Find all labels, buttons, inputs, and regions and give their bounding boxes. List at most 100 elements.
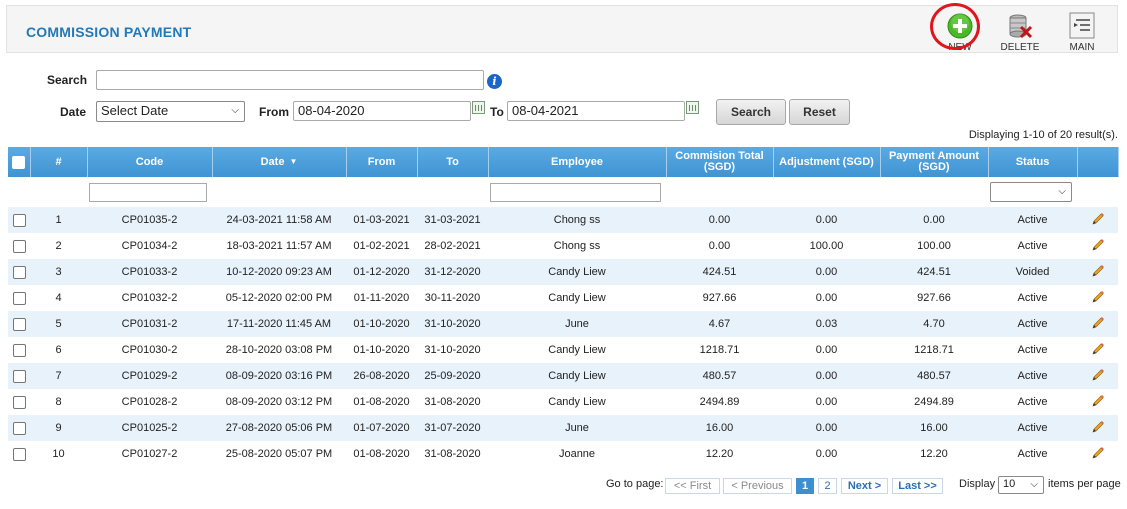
row-employee: Candy Liew — [488, 389, 666, 415]
row-commission-total: 927.66 — [666, 285, 773, 311]
table-row[interactable]: 5 CP01031-2 17-11-2020 11:45 AM 01-10-2020 3… — [8, 311, 1118, 337]
delete-button[interactable]: DELETE — [995, 12, 1045, 53]
table-row[interactable]: 3 CP01033-2 10-12-2020 09:23 AM 01-12-2020 3… — [8, 259, 1118, 285]
col-code[interactable]: Code — [87, 147, 213, 177]
row-employee: Candy Liew — [488, 285, 666, 311]
row-from: 01-08-2020 — [346, 441, 417, 467]
per-page-select[interactable]: 10 ⌵ — [998, 476, 1044, 494]
row-status: Active — [988, 363, 1077, 389]
row-checkbox[interactable] — [12, 265, 26, 279]
table-row[interactable]: 9 CP01025-2 27-08-2020 05:06 PM 01-07-2020 3… — [8, 415, 1118, 441]
edit-pencil-icon[interactable] — [1091, 420, 1105, 434]
row-checkbox[interactable] — [12, 421, 26, 435]
edit-pencil-icon[interactable] — [1091, 394, 1105, 408]
row-from: 01-10-2020 — [346, 337, 417, 363]
info-icon[interactable]: i — [487, 74, 502, 89]
edit-pencil-icon[interactable] — [1091, 446, 1105, 460]
edit-cell[interactable] — [1077, 337, 1118, 363]
col-to[interactable]: To — [417, 147, 489, 177]
row-payment-amount: 424.51 — [880, 259, 988, 285]
add-circle-icon — [946, 12, 974, 40]
edit-cell[interactable] — [1077, 389, 1118, 415]
edit-pencil-icon[interactable] — [1091, 290, 1105, 304]
col-adjustment[interactable]: Adjustment (SGD) — [773, 147, 881, 177]
row-code: CP01031-2 — [87, 311, 212, 337]
col-no: # — [30, 147, 88, 177]
edit-pencil-icon[interactable] — [1091, 212, 1105, 226]
database-delete-icon — [1006, 12, 1034, 40]
row-number: 4 — [30, 285, 87, 311]
row-checkbox[interactable] — [12, 447, 26, 461]
row-checkbox[interactable] — [12, 213, 26, 227]
calendar-icon[interactable] — [686, 101, 699, 114]
edit-pencil-icon[interactable] — [1091, 342, 1105, 356]
page-1-button[interactable]: 1 — [796, 478, 814, 494]
row-to: 31-10-2020 — [417, 337, 488, 363]
main-label: MAIN — [1069, 42, 1095, 53]
table-row[interactable]: 4 CP01032-2 05-12-2020 02:00 PM 01-11-2020 3… — [8, 285, 1118, 311]
edit-pencil-icon[interactable] — [1091, 264, 1105, 278]
edit-pencil-icon[interactable] — [1091, 316, 1105, 330]
edit-cell[interactable] — [1077, 311, 1118, 337]
status-filter-select[interactable]: ⌵ — [990, 182, 1072, 202]
edit-cell[interactable] — [1077, 207, 1118, 233]
edit-cell[interactable] — [1077, 441, 1118, 467]
row-checkbox[interactable] — [12, 369, 26, 383]
search-button[interactable]: Search — [716, 99, 786, 125]
row-checkbox[interactable] — [12, 395, 26, 409]
table-row[interactable]: 6 CP01030-2 28-10-2020 03:08 PM 01-10-2020 3… — [8, 337, 1118, 363]
date-select[interactable]: Select Date ⌵ — [96, 101, 245, 122]
table-row[interactable]: 2 CP01034-2 18-03-2021 11:57 AM 01-02-2021 2… — [8, 233, 1118, 259]
col-status[interactable]: Status — [988, 147, 1078, 177]
reset-button[interactable]: Reset — [789, 99, 850, 125]
last-page-button[interactable]: Last >> — [892, 478, 943, 494]
col-from[interactable]: From — [346, 147, 418, 177]
table-row[interactable]: 7 CP01029-2 08-09-2020 03:16 PM 26-08-2020 2… — [8, 363, 1118, 389]
first-page-button[interactable]: << First — [665, 478, 720, 494]
to-date-input[interactable]: 08-04-2021 — [507, 101, 685, 121]
employee-filter-input[interactable] — [490, 182, 661, 202]
table-row[interactable]: 1 CP01035-2 24-03-2021 11:58 AM 01-03-2021 3… — [8, 207, 1118, 233]
edit-cell[interactable] — [1077, 363, 1118, 389]
row-checkbox[interactable] — [12, 239, 26, 253]
main-button[interactable]: MAIN — [1057, 12, 1107, 53]
edit-pencil-icon[interactable] — [1091, 368, 1105, 382]
next-page-button[interactable]: Next > — [841, 478, 888, 494]
edit-cell[interactable] — [1077, 415, 1118, 441]
row-number: 2 — [30, 233, 87, 259]
table-row[interactable]: 8 CP01028-2 08-09-2020 03:12 PM 01-08-2020 3… — [8, 389, 1118, 415]
row-to: 31-08-2020 — [417, 441, 488, 467]
row-adjustment: 0.00 — [773, 259, 880, 285]
edit-cell[interactable] — [1077, 285, 1118, 311]
search-input[interactable] — [96, 70, 484, 90]
from-date-input[interactable]: 08-04-2020 — [293, 101, 471, 121]
select-all-checkbox[interactable] — [12, 155, 26, 169]
table-row[interactable]: 10 CP01027-2 25-08-2020 05:07 PM 01-08-2020… — [8, 441, 1118, 467]
previous-page-button[interactable]: < Previous — [723, 478, 792, 494]
edit-cell[interactable] — [1077, 233, 1118, 259]
col-commission-total[interactable]: Commision Total (SGD) — [666, 147, 774, 177]
edit-pencil-icon[interactable] — [1091, 238, 1105, 252]
row-employee: June — [488, 311, 666, 337]
calendar-icon[interactable] — [472, 101, 485, 114]
row-checkbox[interactable] — [12, 343, 26, 357]
col-payment-amount[interactable]: Payment Amount (SGD) — [880, 147, 989, 177]
row-from: 01-11-2020 — [346, 285, 417, 311]
row-date: 25-08-2020 05:07 PM — [212, 441, 346, 467]
row-payment-amount: 100.00 — [880, 233, 988, 259]
new-button[interactable]: NEW — [935, 12, 985, 53]
row-adjustment: 0.00 — [773, 337, 880, 363]
code-filter-input[interactable] — [89, 182, 207, 202]
page-2-button[interactable]: 2 — [818, 478, 837, 494]
row-checkbox[interactable] — [12, 317, 26, 331]
page-title: COMMISSION PAYMENT — [26, 24, 192, 40]
row-checkbox[interactable] — [12, 291, 26, 305]
col-date[interactable]: Date ▼ — [212, 147, 347, 177]
per-page-value: 10 — [1003, 478, 1016, 490]
commission-table: # Code Date ▼ From To Employee Commision … — [8, 147, 1119, 467]
row-from: 01-10-2020 — [346, 311, 417, 337]
row-status: Active — [988, 311, 1077, 337]
col-employee[interactable]: Employee — [488, 147, 667, 177]
select-all-header[interactable] — [8, 147, 31, 177]
edit-cell[interactable] — [1077, 259, 1118, 285]
